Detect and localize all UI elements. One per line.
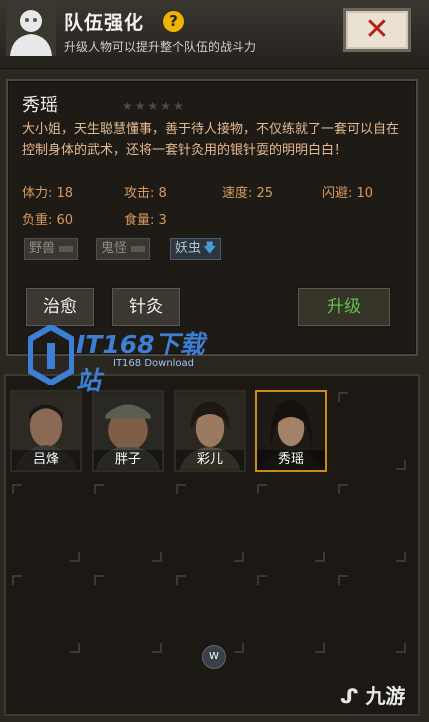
stat-dodge: 闪避: 10: [322, 186, 374, 201]
tag-insect: 妖虫 🡇: [170, 238, 222, 260]
it168-logo-icon: [28, 325, 74, 385]
page-title: 队伍强化: [64, 12, 145, 34]
empty-slot[interactable]: [336, 482, 408, 564]
empty-slot[interactable]: [10, 573, 82, 655]
upgrade-button[interactable]: 升级: [296, 286, 392, 328]
stat-load: 负重: 60: [22, 213, 74, 228]
member-name: 彩儿: [176, 450, 244, 470]
team-member-slot[interactable]: 胖子: [92, 390, 164, 472]
empty-slot[interactable]: [255, 482, 327, 564]
character-description: 大小姐，天生聪慧懂事，善于待人接物，不仅练就了一套可以自在控制身体的武术，还将一…: [22, 122, 400, 158]
dash-icon: [59, 245, 74, 252]
tag-label: 妖虫: [175, 241, 202, 256]
it168-watermark: IT168下载站 IT168 Download: [28, 325, 228, 395]
character-name: 秀瑶: [22, 95, 58, 116]
stat-attack: 攻击: 8: [124, 186, 167, 201]
page-subtitle: 升级人物可以提升整个队伍的战斗力: [64, 40, 257, 54]
member-portrait[interactable]: 胖子: [92, 390, 164, 472]
star-rating: ★★★★★: [122, 99, 186, 113]
dash-icon: [131, 245, 146, 252]
empty-slot[interactable]: [174, 482, 246, 564]
character-panel: 秀瑶 ★★★★★ 大小姐，天生聪慧懂事，善于待人接物，不仅练就了一套可以自在控制…: [6, 79, 418, 356]
close-icon: ✕: [364, 12, 390, 47]
member-name: 胖子: [94, 450, 162, 470]
member-portrait-selected[interactable]: 秀瑶: [255, 390, 327, 472]
watermark-subtext: IT168 Download: [113, 358, 195, 369]
tag-label: 野兽: [29, 241, 56, 256]
team-member-slot[interactable]: 秀瑶: [255, 390, 327, 472]
arrow-down-icon: 🡇: [203, 241, 217, 256]
empty-slot[interactable]: [92, 482, 164, 564]
watermark-text: 九游: [365, 684, 406, 708]
page-indicator[interactable]: W: [202, 645, 226, 669]
jiuyou-logo-icon: ᔑ: [340, 684, 359, 708]
member-name: 吕烽: [12, 450, 80, 470]
empty-slot[interactable]: [336, 573, 408, 655]
tag-ghost: 鬼怪: [96, 238, 151, 260]
heal-button[interactable]: 治愈: [24, 286, 96, 328]
jiuyou-watermark: ᔑ 九游: [340, 680, 405, 709]
empty-slot[interactable]: [92, 573, 164, 655]
team-member-slot[interactable]: 吕烽: [10, 390, 82, 472]
empty-slot[interactable]: [10, 482, 82, 564]
acupuncture-button[interactable]: 针灸: [110, 286, 182, 328]
empty-slot[interactable]: [336, 390, 408, 472]
tag-beast: 野兽: [24, 238, 79, 260]
stat-physique: 体力: 18: [22, 186, 74, 201]
tag-label: 鬼怪: [101, 241, 128, 256]
team-member-slot[interactable]: 彩儿: [174, 390, 246, 472]
member-name: 秀瑶: [257, 450, 325, 470]
header: 队伍强化 ? 升级人物可以提升整个队伍的战斗力 ✕: [0, 0, 429, 69]
member-portrait[interactable]: 彩儿: [174, 390, 246, 472]
team-avatar-icon: [6, 4, 56, 56]
close-button[interactable]: ✕: [343, 8, 411, 52]
stat-speed: 速度: 25: [222, 186, 274, 201]
empty-slot[interactable]: [174, 573, 246, 655]
empty-slot[interactable]: [255, 573, 327, 655]
member-portrait[interactable]: 吕烽: [10, 390, 82, 472]
stat-food: 食量: 3: [124, 213, 167, 228]
help-icon[interactable]: ?: [163, 11, 184, 32]
